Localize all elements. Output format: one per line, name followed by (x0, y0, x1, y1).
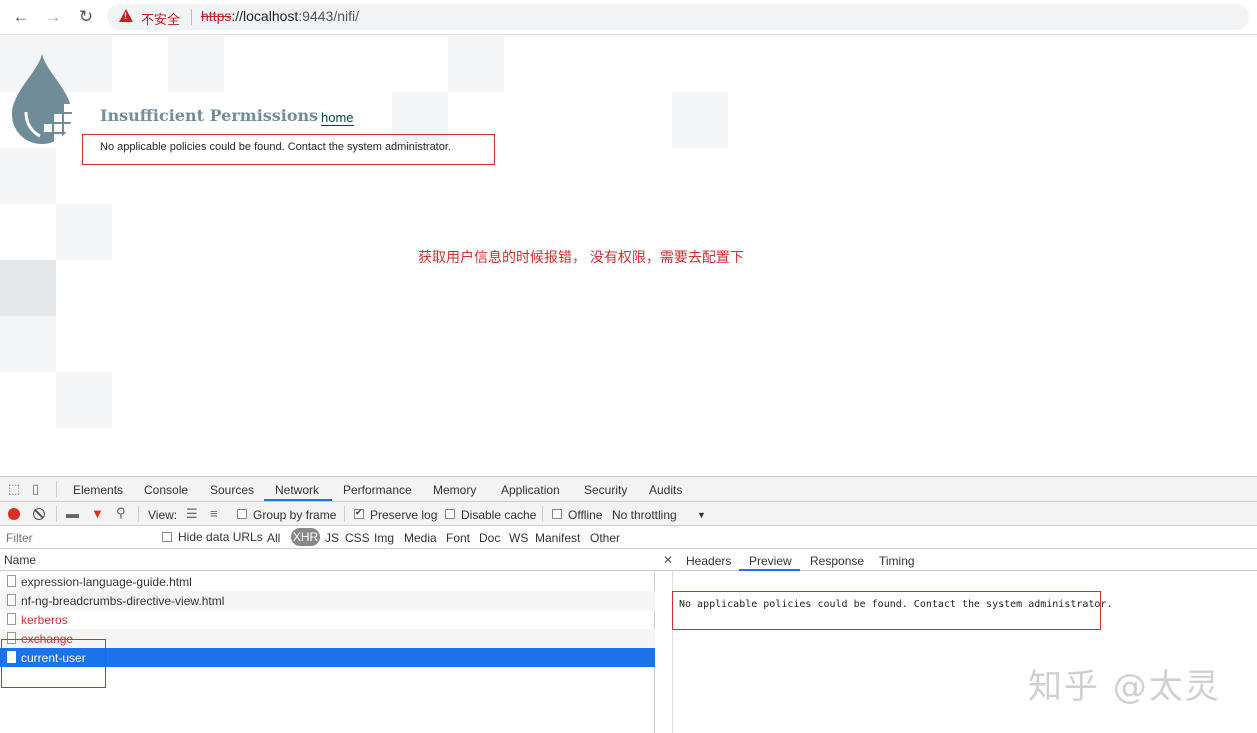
tab-audits[interactable]: Audits (649, 483, 682, 497)
back-arrow-icon[interactable]: ← (10, 6, 32, 28)
background-tile (168, 36, 224, 92)
tab-elements[interactable]: Elements (73, 483, 123, 497)
file-icon (7, 613, 16, 625)
screen: ← → ↻ 不安全 https://localhost:9443/nifi/ (0, 0, 1257, 733)
divider (56, 506, 57, 522)
tab-application[interactable]: Application (501, 483, 560, 497)
annotation-highlight-box (1, 639, 106, 688)
warning-icon[interactable] (119, 9, 133, 22)
tab-preview[interactable]: Preview (749, 554, 792, 568)
forward-arrow-icon[interactable]: → (42, 6, 64, 28)
filter-type-css[interactable]: CSS (345, 531, 370, 545)
filter-type-xhr[interactable]: XHR (291, 528, 320, 546)
address-bar[interactable]: 不安全 https://localhost:9443/nifi/ (107, 4, 1249, 30)
file-icon (7, 594, 16, 606)
background-tile (0, 260, 56, 316)
large-rows-icon[interactable]: ☰ (186, 507, 198, 521)
filter-funnel-icon[interactable]: ▼ (91, 507, 104, 521)
devtools-tab-bar: ⬚ ▯ Elements Console Sources Network Per… (0, 477, 1257, 502)
clear-icon[interactable] (33, 508, 45, 520)
preview-text: No applicable policies could be found. C… (672, 591, 1112, 630)
page-title: Insufficient Permissions (100, 106, 319, 125)
view-label: View: (148, 508, 178, 522)
offline-checkbox[interactable] (552, 509, 562, 519)
background-tile (0, 148, 56, 204)
inspect-element-icon[interactable]: ⬚ (8, 482, 20, 496)
tab-console[interactable]: Console (144, 483, 188, 497)
filter-input[interactable] (2, 529, 150, 546)
close-icon[interactable]: ✕ (663, 553, 673, 567)
disable-cache-label[interactable]: Disable cache (461, 508, 536, 522)
preserve-log-checkbox[interactable] (354, 507, 364, 519)
filter-type-other[interactable]: Other (590, 531, 620, 545)
waterfall-overview-icon[interactable]: ≡ (210, 507, 218, 521)
security-label[interactable]: 不安全 (141, 9, 180, 28)
offline-label[interactable]: Offline (568, 508, 602, 522)
divider (56, 481, 57, 497)
group-by-frame-label[interactable]: Group by frame (253, 508, 336, 522)
nifi-logo-icon (12, 54, 72, 144)
tab-headers[interactable]: Headers (686, 554, 731, 568)
request-name: kerberos (21, 613, 68, 627)
url-port-path: :9443/nifi/ (298, 8, 360, 24)
name-column-header[interactable]: Name (0, 549, 655, 571)
filter-bar: Hide data URLs All XHR JS CSS Img Media … (0, 526, 1257, 549)
url-scheme: https (201, 8, 232, 24)
url-text[interactable]: https://localhost:9443/nifi/ (201, 8, 359, 24)
background-tile (56, 204, 112, 260)
preserve-log-label[interactable]: Preserve log (370, 508, 437, 522)
chevron-down-icon[interactable]: ▼ (697, 510, 706, 520)
divider (138, 506, 139, 522)
filter-type-manifest[interactable]: Manifest (535, 531, 580, 545)
hide-data-urls-label[interactable]: Hide data URLs (178, 530, 263, 544)
screenshot-camera-icon[interactable]: ▬ (66, 507, 79, 521)
filter-type-font[interactable]: Font (446, 531, 470, 545)
home-link[interactable]: home (321, 111, 354, 126)
group-by-frame-checkbox[interactable] (237, 509, 247, 519)
annotation-note: 获取用户信息的时候报错， 没有权限，需要去配置下 (418, 249, 744, 265)
reload-icon[interactable]: ↻ (75, 6, 97, 28)
network-toolbar: ▬ ▼ ⚲ View: ☰ ≡ Group by frame Preserve … (0, 502, 1257, 526)
filter-type-doc[interactable]: Doc (479, 531, 500, 545)
background-tile (0, 316, 56, 372)
search-icon[interactable]: ⚲ (116, 506, 126, 520)
tab-security[interactable]: Security (584, 483, 627, 497)
omnibox-divider (191, 9, 192, 25)
request-name: nf-ng-breadcrumbs-directive-view.html (21, 594, 225, 608)
divider (542, 506, 543, 522)
tab-memory[interactable]: Memory (433, 483, 476, 497)
tab-performance[interactable]: Performance (343, 483, 412, 497)
file-icon (7, 575, 16, 587)
permission-message: No applicable policies could be found. C… (82, 134, 495, 165)
request-row[interactable]: nf-ng-breadcrumbs-directive-view.html (0, 591, 655, 610)
watermark: 知乎 @太灵 (1028, 667, 1221, 707)
filter-type-ws[interactable]: WS (509, 531, 528, 545)
url-host: ://localhost (231, 8, 299, 24)
record-icon[interactable] (8, 508, 20, 520)
request-name: expression-language-guide.html (21, 575, 192, 589)
tab-sources[interactable]: Sources (210, 483, 254, 497)
page-content: Insufficient Permissions home No applica… (0, 36, 1257, 476)
tab-response[interactable]: Response (810, 554, 864, 568)
background-tile (448, 36, 504, 92)
filter-type-img[interactable]: Img (374, 531, 394, 545)
browser-toolbar: ← → ↻ 不安全 https://localhost:9443/nifi/ (0, 0, 1257, 35)
filter-type-media[interactable]: Media (404, 531, 437, 545)
throttling-select[interactable]: No throttling (612, 508, 677, 522)
tab-network[interactable]: Network (275, 483, 319, 497)
active-tab-indicator (264, 499, 332, 501)
request-list: Name expression-language-guide.html nf-n… (0, 549, 655, 733)
background-tile (672, 92, 728, 148)
background-tile (56, 372, 112, 428)
divider (344, 506, 345, 522)
request-row[interactable]: expression-language-guide.html (0, 572, 655, 591)
detail-tab-bar: ✕ Headers Preview Response Timing (655, 549, 1257, 571)
hide-data-urls-checkbox[interactable] (162, 532, 172, 542)
filter-type-all[interactable]: All (267, 531, 280, 545)
filter-type-js[interactable]: JS (325, 531, 339, 545)
device-toolbar-icon[interactable]: ▯ (32, 482, 39, 496)
disable-cache-checkbox[interactable] (445, 509, 455, 519)
request-row[interactable]: kerberos (0, 610, 655, 629)
tab-timing[interactable]: Timing (879, 554, 915, 568)
